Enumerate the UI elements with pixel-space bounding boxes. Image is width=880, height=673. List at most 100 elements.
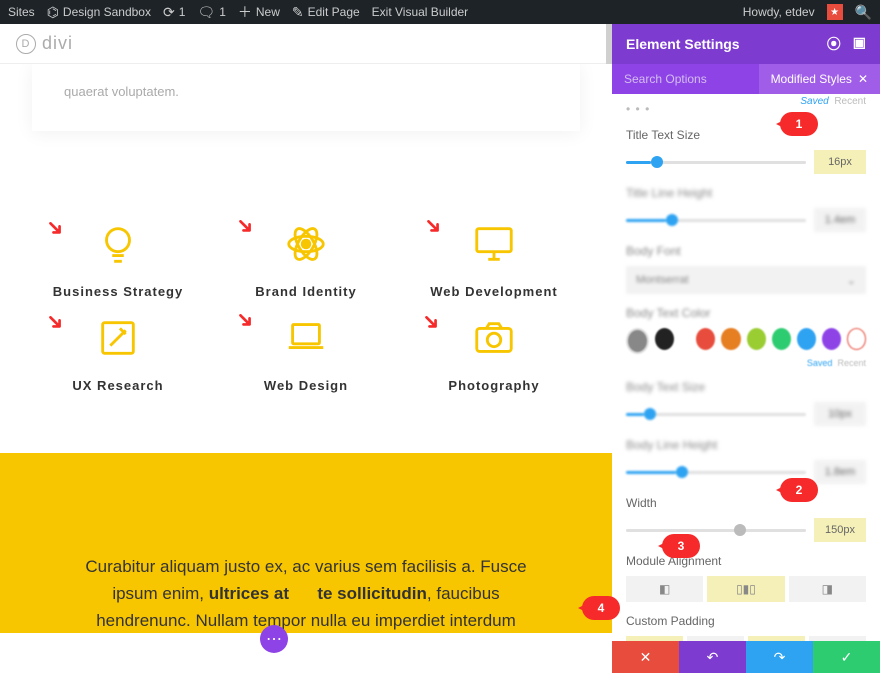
- ctrl-label: Body Text Size: [626, 380, 866, 394]
- color-swatch[interactable]: [696, 328, 715, 350]
- pencil-icon: ✎: [292, 4, 304, 21]
- tab-modified-styles[interactable]: Modified Styles✕: [759, 64, 880, 94]
- service-label: UX Research: [24, 378, 212, 393]
- camera-icon: [471, 315, 517, 361]
- slider-body-size[interactable]: [626, 413, 806, 416]
- chevron-down-icon: ⌄: [847, 274, 856, 287]
- focus-icon[interactable]: ⦿: [827, 34, 841, 54]
- panel-title: Element Settings: [626, 36, 740, 52]
- services-grid: ➜ Business Strategy ➜ Brand Identity ➜ W…: [24, 221, 588, 393]
- ctrl-label: Body Font: [626, 244, 866, 258]
- lightbulb-icon: [95, 221, 141, 267]
- service-web-dev[interactable]: ➜ Web Development: [400, 221, 588, 299]
- redo-button[interactable]: ↷: [746, 641, 813, 673]
- new-link[interactable]: ＋New: [238, 2, 280, 22]
- logo[interactable]: D divi: [16, 33, 73, 54]
- align-left-button[interactable]: ◧: [626, 576, 703, 602]
- service-business-strategy[interactable]: ➜ Business Strategy: [24, 221, 212, 299]
- color-swatch[interactable]: [655, 328, 674, 350]
- gauge-icon: ⌬: [47, 4, 59, 21]
- arrow-icon: ➜: [230, 210, 261, 241]
- value-width[interactable]: 150px: [814, 518, 866, 542]
- save-button[interactable]: ✓: [813, 641, 880, 673]
- padding-bottom-input[interactable]: [687, 636, 744, 641]
- ctrl-custom-padding: Custom Padding 10px⇅ ⇅ Top Bottom Left R…: [626, 614, 866, 641]
- value-title-lh[interactable]: 1.4em: [814, 208, 866, 232]
- value-body-lh[interactable]: 1.8em: [814, 460, 866, 484]
- panel-tabs: Search Options Modified Styles✕: [612, 64, 880, 94]
- howdy-link[interactable]: Howdy, etdev: [743, 5, 815, 19]
- color-swatch[interactable]: [772, 328, 791, 350]
- arrow-icon: ➜: [40, 306, 71, 337]
- slider-body-lh[interactable]: [626, 471, 806, 474]
- arrow-icon: ➜: [40, 212, 71, 243]
- padding-left-input[interactable]: ⇅: [748, 636, 805, 641]
- yellow-paragraph: Curabitur aliquam justo ex, ac varius se…: [48, 553, 564, 635]
- laptop-icon: [283, 315, 329, 361]
- collapse-icon[interactable]: ▣: [853, 34, 866, 54]
- callout-3: 3: [662, 534, 700, 558]
- color-swatch[interactable]: [721, 328, 740, 350]
- service-photography[interactable]: ➜ Photography: [400, 315, 588, 393]
- panel-body: • • • Saved Recent Title Text Size 16px …: [612, 94, 880, 641]
- align-right-button[interactable]: ◨: [789, 576, 866, 602]
- ctrl-title-line-height: Title Line Height 1.4em: [626, 186, 866, 232]
- ctrl-body-text-color: Body Text Color Saved Recent: [626, 306, 866, 368]
- ctrl-body-font: Body Font Montserrat⌄: [626, 244, 866, 294]
- ctrl-label: Width: [626, 496, 866, 510]
- wp-admin-bar: Sites ⌬Design Sandbox ⟳1 🗨1 ＋New ✎Edit P…: [0, 0, 880, 24]
- slider-width[interactable]: [626, 529, 806, 532]
- service-label: Web Development: [400, 284, 588, 299]
- color-swatch[interactable]: [626, 328, 649, 354]
- avatar[interactable]: ★: [827, 4, 843, 20]
- color-swatch[interactable]: [747, 328, 766, 350]
- arrow-icon: ➜: [416, 306, 447, 337]
- slider-title-lh[interactable]: [626, 219, 806, 222]
- site-name[interactable]: ⌬Design Sandbox: [47, 4, 151, 21]
- service-ux-research[interactable]: ➜ UX Research: [24, 315, 212, 393]
- color-swatches: [626, 328, 866, 354]
- yellow-section: Curabitur aliquam justo ex, ac varius se…: [0, 453, 612, 633]
- close-icon[interactable]: ✕: [858, 72, 868, 86]
- color-swatch[interactable]: [822, 328, 841, 350]
- service-label: Photography: [400, 378, 588, 393]
- arrow-icon: ➜: [418, 210, 449, 241]
- ctrl-label: Custom Padding: [626, 614, 866, 628]
- callout-2: 2: [780, 478, 818, 502]
- service-web-design[interactable]: ➜ Web Design: [212, 315, 400, 393]
- value-title-size[interactable]: 16px: [814, 150, 866, 174]
- padding-right-input[interactable]: [809, 636, 866, 641]
- ctrl-label: Title Line Height: [626, 186, 866, 200]
- arrow-icon: ➜: [230, 304, 261, 335]
- module-fab-button[interactable]: ⋯: [260, 625, 288, 653]
- align-center-button[interactable]: ▯▮▯: [707, 576, 784, 602]
- color-swatch[interactable]: [797, 328, 816, 350]
- value-body-size[interactable]: 10px: [814, 402, 866, 426]
- service-brand-identity[interactable]: ➜ Brand Identity: [212, 221, 400, 299]
- ctrl-label: Body Line Height: [626, 438, 866, 452]
- callout-4: 4: [582, 596, 620, 620]
- plus-icon: ＋: [238, 2, 252, 22]
- edit-page-link[interactable]: ✎Edit Page: [292, 4, 360, 21]
- search-icon[interactable]: 🔍: [855, 4, 872, 21]
- sites-link[interactable]: Sites: [8, 5, 35, 19]
- padding-top-input[interactable]: 10px⇅: [626, 636, 683, 641]
- ctrl-body-line-height: Body Line Height 1.8em: [626, 438, 866, 484]
- undo-button[interactable]: ↶: [679, 641, 746, 673]
- select-body-font[interactable]: Montserrat⌄: [626, 266, 866, 294]
- cancel-button[interactable]: ✕: [612, 641, 679, 673]
- color-swatch-none[interactable]: [847, 328, 866, 350]
- atom-icon: [283, 221, 329, 267]
- comments-badge[interactable]: 🗨1: [197, 4, 225, 21]
- panel-header: Element Settings ⦿ ▣: [612, 24, 880, 64]
- page-preview: quaerat voluptatem. ➜ Business Strategy …: [0, 64, 612, 673]
- updates-badge[interactable]: ⟳1: [163, 4, 185, 21]
- ctrl-title-text-size: Title Text Size 16px: [626, 128, 866, 174]
- service-label: Brand Identity: [212, 284, 400, 299]
- slider-title-size[interactable]: [626, 161, 806, 164]
- service-label: Web Design: [212, 378, 400, 393]
- exit-vb-link[interactable]: Exit Visual Builder: [372, 5, 469, 19]
- monitor-icon: [471, 221, 517, 267]
- tab-search-options[interactable]: Search Options: [612, 64, 719, 94]
- saved-recent-toggle[interactable]: Saved Recent: [800, 96, 866, 107]
